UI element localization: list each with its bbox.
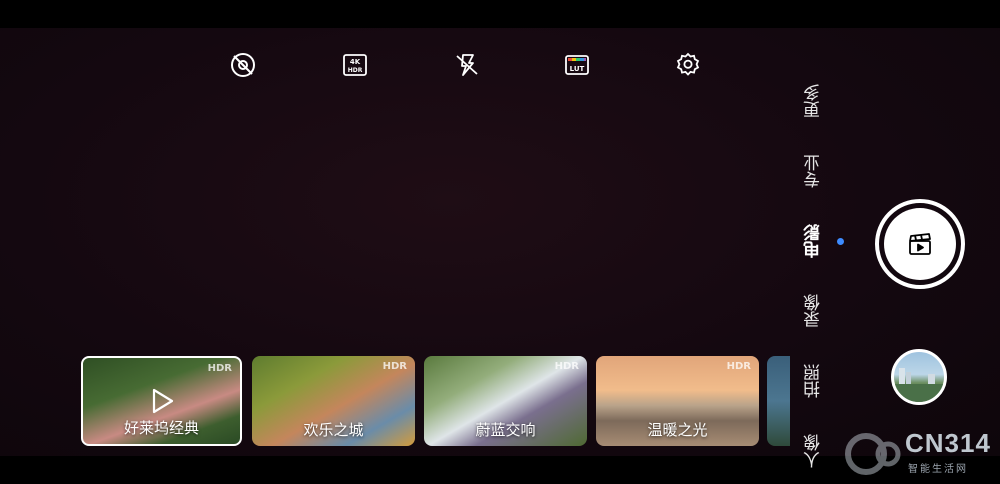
lut-label: LUT — [570, 65, 585, 73]
active-mode-indicator — [837, 238, 844, 245]
4k-label: 4K — [350, 58, 361, 66]
lut-icon[interactable]: LUT — [563, 51, 591, 79]
filter-card-joy-city[interactable]: HDR 欢乐之城 — [252, 356, 415, 446]
mode-video[interactable]: 录像 — [804, 294, 833, 328]
filter-card-warm-light[interactable]: HDR 温暖之光 — [596, 356, 759, 446]
filter-card-hollywood-classic[interactable]: HDR 好莱坞经典 — [81, 356, 242, 446]
filter-card-blue-symphony[interactable]: HDR 蔚蓝交响 — [424, 356, 587, 446]
hdr-badge: HDR — [382, 361, 407, 372]
watermark-text: CN314 — [905, 428, 991, 458]
movie-clapper-icon — [909, 233, 931, 255]
shutter-button[interactable] — [875, 199, 965, 289]
hdr-badge: HDR — [726, 361, 751, 372]
mode-pro[interactable]: 专业 — [804, 154, 833, 188]
gear-icon[interactable] — [674, 51, 702, 79]
mode-movie[interactable]: 电影 — [804, 224, 833, 258]
flash-off-icon[interactable] — [453, 51, 481, 79]
filter-label: 蔚蓝交响 — [475, 421, 536, 439]
mode-photo[interactable]: 拍照 — [804, 364, 833, 398]
play-icon — [152, 388, 174, 414]
4k-hdr-icon[interactable]: 4K HDR — [341, 51, 369, 79]
shutter-inner — [884, 208, 956, 280]
hdr-badge: HDR — [207, 363, 232, 374]
mode-portrait[interactable]: 人像 — [804, 434, 833, 468]
hdr-label: HDR — [348, 67, 363, 74]
filter-card-partial[interactable] — [767, 356, 790, 446]
filter-label: 欢乐之城 — [303, 421, 364, 439]
gallery-thumbnail[interactable] — [891, 349, 947, 405]
eye-off-icon[interactable] — [229, 51, 257, 79]
filter-label: 好莱坞经典 — [123, 419, 199, 437]
filter-label: 温暖之光 — [647, 421, 708, 439]
hdr-badge: HDR — [554, 361, 579, 372]
mode-more[interactable]: 更多 — [804, 84, 833, 118]
watermark-subtitle: 智能生活网 — [908, 464, 968, 475]
camera-screen: 4K HDR LUT 更多 专业 电影 录像 拍照 人像 HDR 好莱坞经典 H… — [0, 0, 1000, 484]
